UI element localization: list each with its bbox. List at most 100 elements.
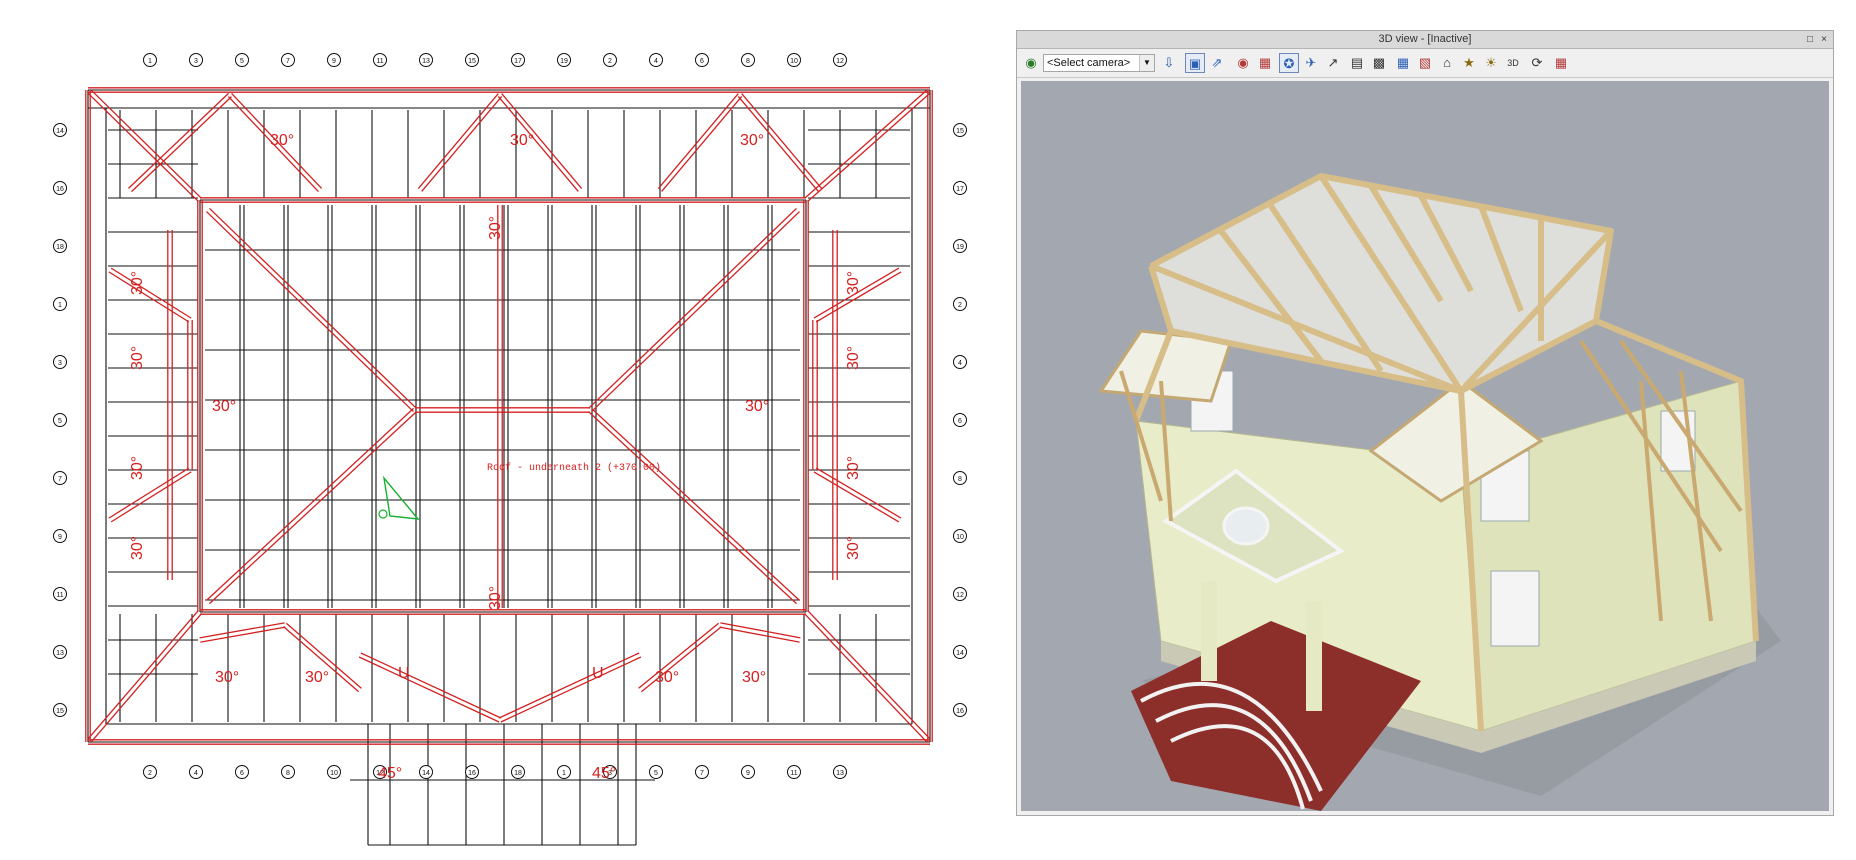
grid-tag-text: 13: [422, 58, 430, 65]
angle-label: 30°: [655, 669, 679, 686]
angle-label: 30°: [740, 132, 764, 149]
angle-label: 30°: [845, 271, 862, 295]
dormer-rafter: [661, 95, 743, 192]
angle-label: 30°: [305, 669, 329, 686]
hip-rafter: [804, 89, 927, 199]
dormer-rafter: [108, 467, 190, 519]
light-icon[interactable]: ☀: [1481, 53, 1501, 73]
grid-tag-text: 9: [332, 58, 336, 65]
hip-rafter: [88, 93, 199, 203]
angle-label: 30°: [845, 346, 862, 370]
tree-icon[interactable]: ★: [1459, 53, 1479, 73]
grid-tag-text: 4: [654, 58, 658, 65]
camera-marker[interactable]: [382, 475, 420, 520]
porch-column-left: [1201, 581, 1217, 681]
wall-icon[interactable]: ▦: [1255, 53, 1275, 73]
grid-tag-text: 11: [56, 592, 63, 599]
grid-tag-text: 17: [514, 58, 522, 65]
render-icon[interactable]: ◉: [1233, 53, 1253, 73]
hip-rafter: [807, 93, 930, 203]
dormer-rafter: [110, 471, 192, 523]
window-title: 3D view - [Inactive]: [1378, 33, 1472, 45]
plane-icon[interactable]: ✈: [1301, 53, 1321, 73]
hip-rafter: [206, 211, 414, 413]
grid-tag-text: 11: [790, 770, 797, 777]
grid-tag-text: 4: [194, 770, 198, 777]
grid-tag-text: 1: [58, 302, 62, 309]
grid-tag-text: 18: [56, 244, 64, 251]
roof-level-note: Roof - underneath 2 (+370.00): [487, 462, 661, 474]
hip-rafter: [498, 652, 640, 719]
hip-rafter: [588, 207, 797, 409]
angle-label: 45°: [592, 765, 616, 782]
orbit-icon[interactable]: ✪: [1279, 53, 1299, 73]
hip-rafter: [803, 613, 927, 742]
grid-tag-text: 7: [58, 476, 62, 483]
angle-label: U: [592, 665, 604, 682]
angle-label: 30°: [129, 346, 146, 370]
angle-label: 30°: [487, 216, 504, 240]
hip-rafter: [588, 411, 797, 605]
grid-tag-text: 16: [956, 708, 964, 715]
hip-rafter: [91, 89, 202, 199]
grid-tag-text: 2: [958, 302, 962, 309]
grid-tag-text: 9: [746, 770, 750, 777]
camera-marker-origin[interactable]: [378, 509, 388, 519]
angle-label: 30°: [212, 398, 236, 415]
building-icon[interactable]: ▦: [1393, 53, 1413, 73]
3d-view-window[interactable]: 3D view - [Inactive] □ × ◉ <Select camer…: [1016, 30, 1834, 816]
grid-tag-text: 12: [956, 592, 964, 599]
hip-rafter: [209, 207, 417, 409]
floor-icon[interactable]: ▩: [1369, 53, 1389, 73]
grid-tag-text: 3: [58, 360, 62, 367]
grid-tag-text: 17: [956, 186, 964, 193]
fly-icon[interactable]: ↗: [1323, 53, 1343, 73]
3d-icon[interactable]: 3D: [1503, 53, 1523, 73]
window-titlebar[interactable]: 3D view - [Inactive] □ ×: [1017, 31, 1833, 49]
grid-tag-text: 19: [956, 244, 964, 251]
camera-select[interactable]: <Select camera> ▼: [1043, 54, 1155, 72]
grid-tag-text: 16: [468, 770, 476, 777]
grid-tag-text: 4: [958, 360, 962, 367]
stairs-icon[interactable]: ▤: [1347, 53, 1367, 73]
hip-rafter: [87, 610, 199, 739]
dormer-rafter: [108, 271, 190, 323]
angle-label: 30°: [129, 536, 146, 560]
rotate-icon[interactable]: ⟳: [1527, 53, 1547, 73]
angle-label: 30°: [129, 271, 146, 295]
dormer-rafter: [110, 267, 192, 319]
grid-tag-text: 16: [56, 186, 64, 193]
grid-tags: 1234567891011121314151617181912345678910…: [53, 53, 967, 779]
grid-tag-text: 15: [56, 708, 64, 715]
angle-label: 45°: [378, 765, 402, 782]
3d-viewport[interactable]: [1021, 81, 1829, 811]
angle-label: U: [398, 665, 410, 682]
dormer-rafter: [200, 626, 286, 643]
section-icon[interactable]: ▧: [1415, 53, 1435, 73]
grid-tag-text: 10: [790, 58, 798, 65]
view-cube-icon[interactable]: ▣: [1185, 53, 1205, 73]
angle-label: 30°: [215, 669, 239, 686]
grid-tag-text: 7: [700, 770, 704, 777]
roof-icon[interactable]: ⌂: [1437, 53, 1457, 73]
chevron-down-icon[interactable]: ▼: [1139, 55, 1154, 71]
grid-tag-text: 2: [148, 770, 152, 777]
grid-tag-text: 15: [468, 58, 476, 65]
dormer-rafter: [421, 95, 503, 192]
roof-framing-plan[interactable]: 1234567891011121314151617181912345678910…: [0, 0, 1000, 860]
grid-tag-text: 1: [148, 58, 152, 65]
frame-icon[interactable]: ▦: [1551, 53, 1571, 73]
add-camera-icon[interactable]: ◉: [1021, 53, 1041, 73]
grid-tag-text: 8: [286, 770, 290, 777]
grid-tag-text: 14: [956, 650, 964, 657]
grid-tag-text: 6: [240, 770, 244, 777]
camera-dropdown-icon[interactable]: ⇩: [1159, 53, 1179, 73]
grid-tag-text: 3: [194, 58, 198, 65]
angle-label: 30°: [487, 586, 504, 610]
hip-rafter: [358, 656, 500, 723]
restore-icon[interactable]: □: [1803, 31, 1817, 48]
walk-icon[interactable]: ⇗: [1207, 53, 1227, 73]
grid-tag-text: 6: [700, 58, 704, 65]
close-icon[interactable]: ×: [1817, 31, 1831, 48]
hip-rafter: [206, 407, 414, 601]
